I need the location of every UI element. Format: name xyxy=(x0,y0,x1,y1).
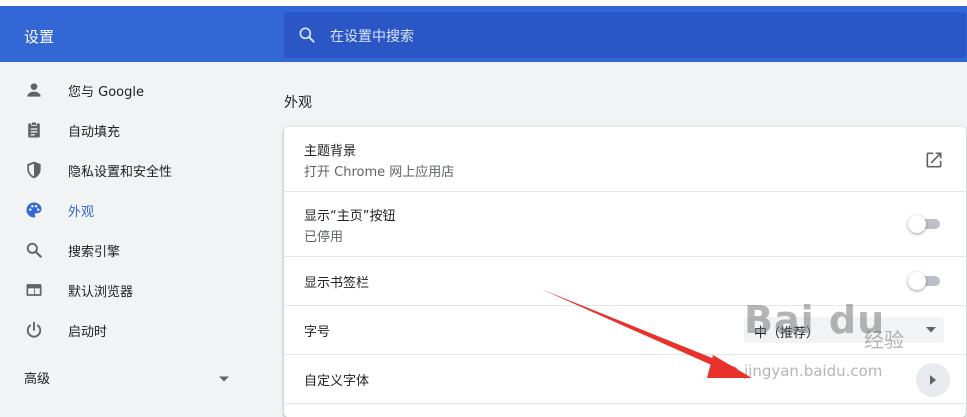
browser-window-icon xyxy=(26,284,42,296)
chevron-down-icon[interactable] xyxy=(218,375,230,383)
sidebar-item-you-and-google[interactable]: 您与 Google xyxy=(0,70,260,110)
settings-sidebar: 您与 Google 自动填充 隐私设置和安全性 外观 搜索引擎 默认浏览器 启动… xyxy=(0,62,260,405)
sidebar-item-search-engine[interactable]: 搜索引擎 xyxy=(0,230,260,270)
bookmarks-bar-toggle[interactable] xyxy=(908,272,942,290)
row-sublabel: 已停用 xyxy=(304,230,344,245)
font-size-value: 中（推荐） xyxy=(754,326,820,341)
sidebar-item-label: 隐私设置和安全性 xyxy=(68,164,173,180)
row-label: 显示书签栏 xyxy=(304,276,370,291)
row-font-size[interactable]: 字号 中（推荐） xyxy=(284,306,966,355)
search-input[interactable]: 在设置中搜索 xyxy=(330,26,414,46)
row-custom-fonts[interactable]: 自定义字体 xyxy=(284,355,966,404)
shield-icon xyxy=(27,161,41,179)
page-title: 设置 xyxy=(24,28,55,46)
sidebar-item-label: 外观 xyxy=(68,204,95,220)
settings-search-box[interactable]: 在设置中搜索 xyxy=(284,12,966,58)
sidebar-item-default-browser[interactable]: 默认浏览器 xyxy=(0,270,260,310)
section-title: 外观 xyxy=(284,95,312,111)
clipboard-icon xyxy=(28,121,40,138)
person-icon xyxy=(27,83,41,97)
toggle-knob xyxy=(908,272,926,290)
search-icon xyxy=(299,27,315,43)
row-label: 显示“主页”按钮 xyxy=(304,209,396,224)
sidebar-item-on-startup[interactable]: 启动时 xyxy=(0,310,260,350)
row-theme[interactable]: 主题背景 打开 Chrome 网上应用店 xyxy=(284,127,966,192)
row-label: 自定义字体 xyxy=(304,374,370,389)
search-icon xyxy=(26,242,42,258)
sidebar-item-appearance[interactable]: 外观 xyxy=(0,190,260,230)
custom-fonts-arrow-button[interactable] xyxy=(916,363,950,397)
appearance-card: 主题背景 打开 Chrome 网上应用店 显示“主页”按钮 已停用 显示书签栏 … xyxy=(284,127,966,417)
power-icon xyxy=(26,321,42,338)
toggle-knob xyxy=(908,215,926,233)
sidebar-item-label: 您与 Google xyxy=(68,84,144,100)
sidebar-advanced-toggle[interactable]: 高级 xyxy=(24,368,50,387)
settings-header: 设置 在设置中搜索 xyxy=(0,0,967,62)
sidebar-item-label: 默认浏览器 xyxy=(68,284,134,300)
row-sublabel: 打开 Chrome 网上应用店 xyxy=(304,165,455,180)
chevron-down-icon xyxy=(926,327,936,333)
row-home-button[interactable]: 显示“主页”按钮 已停用 xyxy=(284,192,966,257)
font-size-select[interactable]: 中（推荐） xyxy=(744,317,944,343)
external-link-icon[interactable] xyxy=(924,150,944,170)
sidebar-item-label: 自动填充 xyxy=(68,124,121,140)
row-label: 字号 xyxy=(304,325,331,340)
chevron-right-icon xyxy=(930,375,936,385)
sidebar-item-autofill[interactable]: 自动填充 xyxy=(0,110,260,150)
home-button-toggle[interactable] xyxy=(908,215,942,233)
row-bookmarks-bar[interactable]: 显示书签栏 xyxy=(284,257,966,306)
sidebar-item-label: 启动时 xyxy=(68,324,108,340)
sidebar-item-label: 搜索引擎 xyxy=(68,244,121,260)
palette-icon xyxy=(26,202,42,218)
sidebar-item-privacy[interactable]: 隐私设置和安全性 xyxy=(0,150,260,190)
row-label: 主题背景 xyxy=(304,144,357,159)
